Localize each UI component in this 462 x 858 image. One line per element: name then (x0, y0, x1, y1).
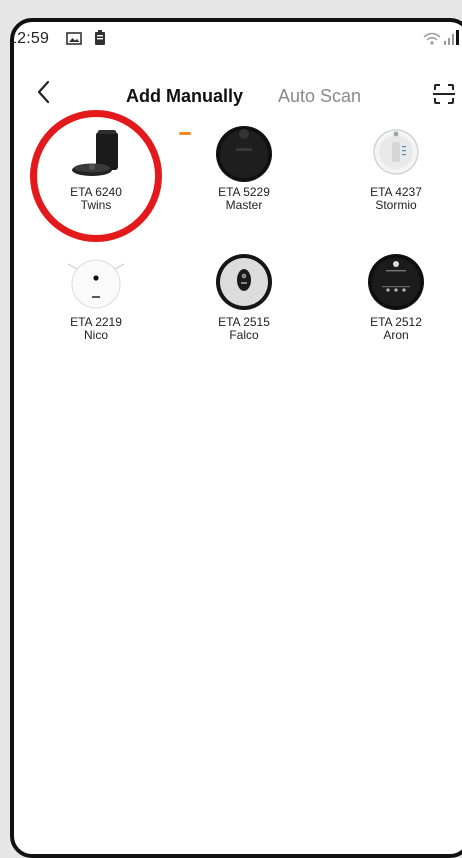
tab-auto-scan[interactable]: Auto Scan (278, 86, 361, 107)
device-item-eta-2512[interactable]: ETA 2512 Aron (336, 252, 456, 342)
device-item-eta-2219[interactable]: ETA 2219 Nico (36, 252, 156, 342)
device-item-eta-2515[interactable]: ETA 2515 Falco (184, 252, 304, 342)
tab-add-manually[interactable]: Add Manually (126, 86, 243, 107)
device-name: Nico (83, 328, 108, 342)
device-name: Aron (383, 328, 409, 342)
robot-vacuum-white-image (373, 129, 419, 175)
device-name: Twins (80, 198, 112, 212)
robot-vacuum-black-image (368, 254, 424, 310)
robot-vacuum-black-image (216, 126, 272, 182)
header: Add Manually Auto Scan (14, 62, 462, 135)
device-item-eta-4237[interactable]: ETA 4237 Stormio (336, 122, 456, 212)
scan-frame-icon[interactable] (432, 82, 456, 106)
robot-vacuum-grey-image (216, 254, 272, 310)
device-item-eta-5229[interactable]: ETA 5229 Master (184, 122, 304, 212)
image-icon (66, 32, 82, 45)
status-time: 12:59 (10, 30, 50, 47)
chevron-left-icon[interactable] (32, 78, 56, 106)
robot-vacuum-white-image (67, 259, 125, 309)
device-item-eta-6240[interactable]: ETA 6240 Twins (36, 122, 156, 212)
device-name: Stormio (375, 198, 417, 212)
device-name: Master (225, 198, 263, 212)
robot-vacuum-with-dock-image (72, 130, 118, 176)
phone-frame: 12:59 Add Manually Auto Scan ETA 6240 Tw… (10, 18, 462, 858)
device-name: Falco (229, 328, 259, 342)
wifi-signal-icon (423, 30, 459, 45)
battery-icon (95, 30, 105, 45)
status-bar: 12:59 (14, 22, 462, 56)
